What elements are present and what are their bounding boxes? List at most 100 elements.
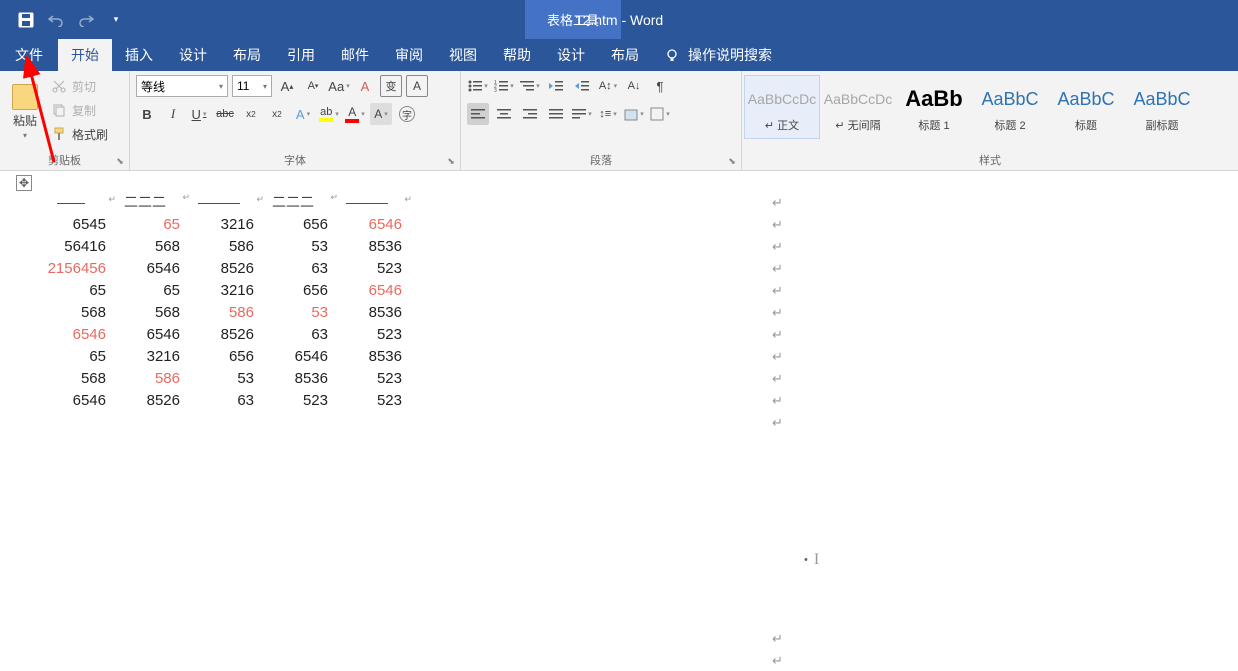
- table-cell[interactable]: 568: [34, 367, 108, 389]
- table-cell[interactable]: 8536: [330, 345, 404, 367]
- table-row[interactable]: 568586538536523: [34, 367, 404, 389]
- table-cell[interactable]: 523: [330, 367, 404, 389]
- style-card-4[interactable]: AaBbC标题: [1048, 75, 1124, 139]
- dialog-launcher-icon[interactable]: ⬊: [726, 156, 738, 168]
- table-cell[interactable]: 523: [330, 389, 404, 411]
- copy-button[interactable]: 复制: [48, 99, 112, 121]
- table-cell[interactable]: 65: [34, 279, 108, 301]
- table-cell[interactable]: 523: [330, 323, 404, 345]
- table-row[interactable]: 656532166566546: [34, 279, 404, 301]
- table-row[interactable]: 65321665665468536: [34, 345, 404, 367]
- phonetic-guide-icon[interactable]: 变: [380, 75, 402, 97]
- table-cell[interactable]: 656: [182, 345, 256, 367]
- table-cell[interactable]: 63: [182, 389, 256, 411]
- italic-button[interactable]: I: [162, 103, 184, 125]
- table-cell[interactable]: 65: [108, 279, 182, 301]
- font-size-select[interactable]: 11▾: [232, 75, 272, 97]
- bold-button[interactable]: B: [136, 103, 158, 125]
- superscript-button[interactable]: x2: [266, 103, 288, 125]
- table-cell[interactable]: 568: [108, 301, 182, 323]
- table-header[interactable]: ———: [182, 191, 256, 213]
- data-table[interactable]: ——二二二———二二二——— 6545653216656654656416568…: [34, 191, 404, 411]
- tab-table-design[interactable]: 设计: [544, 39, 598, 71]
- strikethrough-button[interactable]: abc: [214, 103, 236, 125]
- table-row[interactable]: 21564566546852663523: [34, 257, 404, 279]
- enclose-characters-button[interactable]: 字: [396, 103, 418, 125]
- table-header[interactable]: 二二二: [256, 191, 330, 213]
- redo-icon[interactable]: [76, 10, 96, 30]
- table-row[interactable]: 6546852663523523: [34, 389, 404, 411]
- tab-help[interactable]: 帮助: [490, 39, 544, 71]
- character-shading-button[interactable]: A: [370, 103, 392, 125]
- table-cell[interactable]: 656: [256, 213, 330, 235]
- tab-file[interactable]: 文件: [0, 39, 58, 71]
- show-marks-button[interactable]: ¶: [649, 75, 671, 97]
- table-cell[interactable]: 3216: [182, 279, 256, 301]
- sort-button[interactable]: A↓: [623, 75, 645, 97]
- table-cell[interactable]: 6546: [34, 323, 108, 345]
- align-center-button[interactable]: [493, 103, 515, 125]
- change-case-button[interactable]: Aa: [328, 75, 350, 97]
- borders-button[interactable]: [649, 103, 671, 125]
- style-card-1[interactable]: AaBbCcDc↵ 无间隔: [820, 75, 896, 139]
- table-cell[interactable]: 6546: [108, 323, 182, 345]
- table-cell[interactable]: 586: [182, 301, 256, 323]
- line-spacing-button[interactable]: ↕≡: [597, 103, 619, 125]
- tab-review[interactable]: 审阅: [382, 39, 436, 71]
- align-left-button[interactable]: [467, 103, 489, 125]
- undo-icon[interactable]: [46, 10, 66, 30]
- font-color-button[interactable]: A: [344, 103, 366, 125]
- table-cell[interactable]: 3216: [108, 345, 182, 367]
- increase-indent-button[interactable]: [571, 75, 593, 97]
- table-cell[interactable]: 56416: [34, 235, 108, 257]
- table-row[interactable]: 65456532166566546: [34, 213, 404, 235]
- increase-font-icon[interactable]: A▴: [276, 75, 298, 97]
- table-cell[interactable]: 53: [256, 301, 330, 323]
- table-cell[interactable]: 63: [256, 323, 330, 345]
- subscript-button[interactable]: x2: [240, 103, 262, 125]
- table-cell[interactable]: 65: [34, 345, 108, 367]
- table-cell[interactable]: 8536: [256, 367, 330, 389]
- table-row[interactable]: 568568586538536: [34, 301, 404, 323]
- shading-button[interactable]: [623, 103, 645, 125]
- distribute-button[interactable]: [571, 103, 593, 125]
- numbering-button[interactable]: 123: [493, 75, 515, 97]
- multilevel-list-button[interactable]: [519, 75, 541, 97]
- table-cell[interactable]: 8536: [330, 235, 404, 257]
- table-cell[interactable]: 523: [256, 389, 330, 411]
- clear-formatting-icon[interactable]: A: [354, 75, 376, 97]
- table-cell[interactable]: 656: [256, 279, 330, 301]
- decrease-indent-button[interactable]: [545, 75, 567, 97]
- table-row[interactable]: 65466546852663523: [34, 323, 404, 345]
- table-header[interactable]: ———: [330, 191, 404, 213]
- font-name-select[interactable]: 等线▾: [136, 75, 228, 97]
- table-cell[interactable]: 8536: [330, 301, 404, 323]
- table-cell[interactable]: 2156456: [34, 257, 108, 279]
- style-card-2[interactable]: AaBb标题 1: [896, 75, 972, 139]
- table-header[interactable]: 二二二: [108, 191, 182, 213]
- table-cell[interactable]: 6546: [330, 213, 404, 235]
- table-cell[interactable]: 8526: [182, 257, 256, 279]
- table-cell[interactable]: 8526: [182, 323, 256, 345]
- tell-me-search[interactable]: 操作说明搜索: [664, 39, 772, 71]
- highlight-button[interactable]: ab: [318, 103, 340, 125]
- table-cell[interactable]: 65: [108, 213, 182, 235]
- dialog-launcher-icon[interactable]: ⬊: [114, 156, 126, 168]
- dialog-launcher-icon[interactable]: ⬊: [445, 156, 457, 168]
- bullets-button[interactable]: [467, 75, 489, 97]
- paste-button[interactable]: 粘贴 ▾: [6, 75, 44, 148]
- style-card-5[interactable]: AaBbC副标题: [1124, 75, 1200, 139]
- table-cell[interactable]: 53: [182, 367, 256, 389]
- qat-more-icon[interactable]: ▾: [106, 10, 126, 30]
- table-cell[interactable]: 8526: [108, 389, 182, 411]
- format-painter-button[interactable]: 格式刷: [48, 123, 112, 145]
- table-cell[interactable]: 586: [108, 367, 182, 389]
- table-cell[interactable]: 63: [256, 257, 330, 279]
- tab-references[interactable]: 引用: [274, 39, 328, 71]
- table-cell[interactable]: 6546: [256, 345, 330, 367]
- tab-home[interactable]: 开始: [58, 39, 112, 71]
- table-cell[interactable]: 53: [256, 235, 330, 257]
- align-right-button[interactable]: [519, 103, 541, 125]
- table-cell[interactable]: 6546: [330, 279, 404, 301]
- save-icon[interactable]: [16, 10, 36, 30]
